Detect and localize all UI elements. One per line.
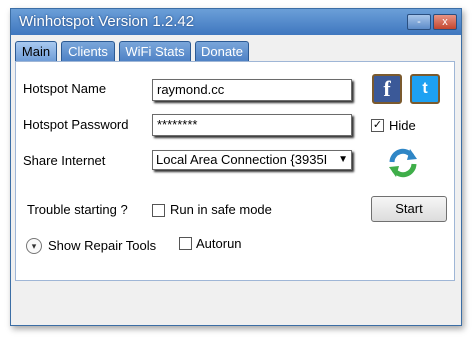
hide-label: Hide xyxy=(389,118,416,133)
close-button[interactable]: x xyxy=(433,14,457,30)
tab-main[interactable]: Main xyxy=(15,41,57,62)
hotspot-password-input[interactable]: ******** xyxy=(152,114,352,136)
main-panel: Hotspot Name raymond.cc Hotspot Password… xyxy=(15,61,455,281)
facebook-icon[interactable]: f xyxy=(372,74,402,104)
app-window: Winhotspot Version 1.2.42 - x Main Clien… xyxy=(10,8,462,326)
chevron-down-icon[interactable]: ▾ xyxy=(26,238,42,254)
share-internet-label: Share Internet xyxy=(23,153,106,168)
twitter-icon[interactable]: t xyxy=(410,74,440,104)
share-internet-value: Local Area Connection {3935I xyxy=(156,152,328,167)
hotspot-password-label: Hotspot Password xyxy=(23,117,129,132)
title-bar[interactable]: Winhotspot Version 1.2.42 - x xyxy=(11,9,461,35)
trouble-starting-label: Trouble starting ? xyxy=(27,202,128,217)
tab-wifi-stats[interactable]: WiFi Stats xyxy=(119,41,191,62)
dropdown-arrow-icon: ▼ xyxy=(338,154,348,165)
minimize-button[interactable]: - xyxy=(407,14,431,30)
show-repair-tools-label[interactable]: Show Repair Tools xyxy=(48,238,156,253)
autorun-label: Autorun xyxy=(196,236,242,251)
safe-mode-checkbox[interactable] xyxy=(152,204,165,217)
tab-donate[interactable]: Donate xyxy=(195,41,249,62)
hotspot-name-input[interactable]: raymond.cc xyxy=(152,79,352,101)
safe-mode-label: Run in safe mode xyxy=(170,202,272,217)
hide-checkbox[interactable]: ✓ xyxy=(371,119,384,132)
autorun-checkbox[interactable] xyxy=(179,237,192,250)
window-title: Winhotspot Version 1.2.42 xyxy=(19,13,195,30)
start-button[interactable]: Start xyxy=(371,196,447,222)
tab-clients[interactable]: Clients xyxy=(61,41,115,62)
hotspot-name-label: Hotspot Name xyxy=(23,81,107,96)
refresh-icon[interactable] xyxy=(386,146,420,180)
share-internet-select[interactable]: Local Area Connection {3935I ▼ xyxy=(152,150,352,170)
